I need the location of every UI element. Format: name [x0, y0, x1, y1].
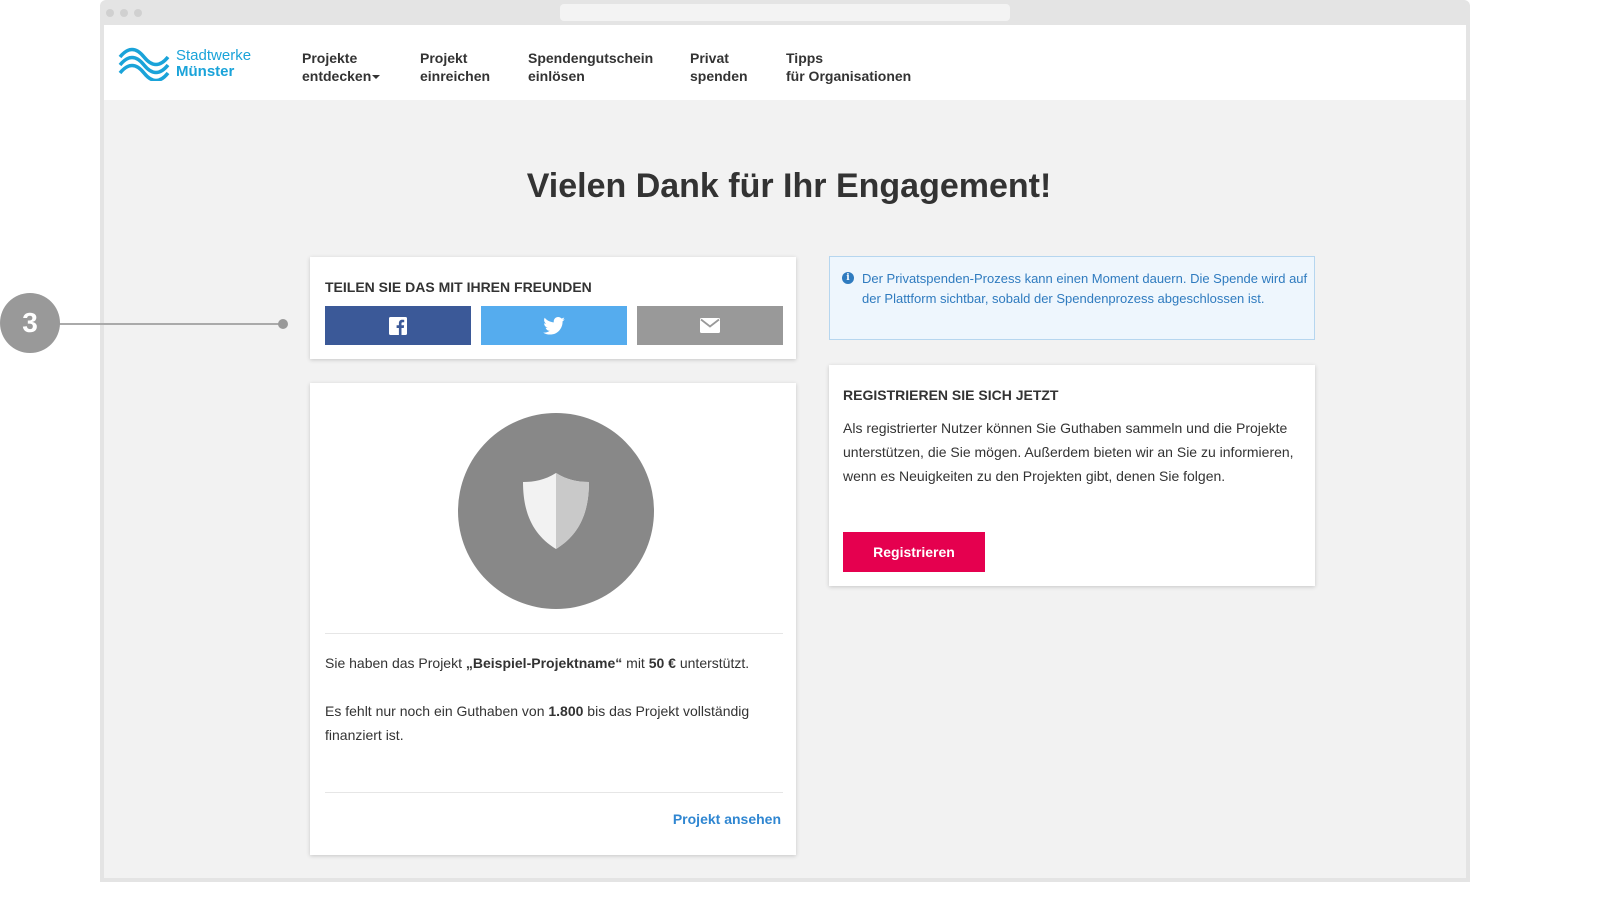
- register-button[interactable]: Registrieren: [843, 532, 985, 572]
- waves-logo-icon: [118, 47, 170, 81]
- callout-badge: 3: [0, 293, 60, 353]
- project-support-text: Sie haben das Projekt „Beispiel-Projektn…: [325, 651, 783, 675]
- share-facebook-button[interactable]: [325, 306, 471, 345]
- donation-amount: 50 €: [648, 655, 676, 671]
- card-divider-bottom: [325, 792, 783, 793]
- nav-label-line-2: einreichen: [420, 68, 491, 84]
- callout-line: [59, 323, 283, 325]
- info-icon: i: [842, 272, 854, 284]
- brand-line-2: Münster: [176, 63, 235, 80]
- info-text: Der Privatspenden-Prozess kann einen Mom…: [862, 271, 1308, 306]
- register-card: REGISTRIEREN SIE SICH JETZT Als registri…: [829, 365, 1315, 586]
- share-email-button[interactable]: [637, 306, 783, 345]
- browser-window: Stadtwerke Münster Projekte entdecken Pr…: [100, 0, 1470, 882]
- brand-logo[interactable]: Stadtwerke Münster: [118, 47, 251, 81]
- caret-down-icon: [372, 75, 381, 80]
- remaining-text-start: Es fehlt nur noch ein Guthaben von: [325, 703, 549, 719]
- nav-projekt-einreichen[interactable]: Projekt einreichen: [420, 49, 490, 85]
- page-viewport: Stadtwerke Münster Projekte entdecken Pr…: [104, 25, 1466, 878]
- project-image: [458, 413, 654, 609]
- share-card: TEILEN SIE DAS MIT IHREN FREUNDEN: [310, 257, 796, 359]
- share-twitter-button[interactable]: [481, 306, 627, 345]
- nav-privat-spenden[interactable]: Privat spenden: [690, 49, 748, 85]
- nav-label-line-2: einlösen: [528, 68, 585, 84]
- brand-line-1: Stadtwerke: [176, 47, 252, 64]
- register-text: Als registrierter Nutzer können Sie Guth…: [843, 420, 1294, 484]
- info-alert: i Der Privatspenden-Prozess kann einen M…: [829, 256, 1315, 340]
- window-dot-minimize[interactable]: [120, 9, 128, 17]
- card-divider-top: [325, 633, 783, 634]
- remaining-amount: 1.800: [548, 703, 584, 719]
- nav-label-line-2: für Organisationen: [786, 68, 912, 84]
- nav-tipps-organisationen[interactable]: Tipps für Organisationen: [786, 49, 911, 85]
- support-text-mid: mit: [622, 655, 649, 671]
- nav-spendengutschein-einloesen[interactable]: Spendengutschein einlösen: [528, 49, 653, 85]
- nav-label-line-2: entdecken: [302, 68, 372, 84]
- support-text-start: Sie haben das Projekt: [325, 655, 466, 671]
- share-title: TEILEN SIE DAS MIT IHREN FREUNDEN: [325, 279, 592, 295]
- project-name: „Beispiel-Projektname“: [465, 655, 623, 671]
- nav-label-line-1: Tipps: [786, 50, 824, 66]
- nav-label-line-1: Spendengutschein: [528, 50, 654, 66]
- envelope-icon: [700, 318, 720, 333]
- nav-label-line-2: spenden: [690, 68, 748, 84]
- page-title: Vielen Dank für Ihr Engagement!: [526, 167, 1052, 205]
- top-navigation: Stadtwerke Münster Projekte entdecken Pr…: [104, 25, 1466, 100]
- address-bar[interactable]: [560, 4, 1010, 21]
- nav-label-line-1: Projekte: [302, 50, 358, 66]
- nav-projekte-entdecken[interactable]: Projekte entdecken: [302, 49, 381, 85]
- facebook-icon: [389, 316, 407, 335]
- twitter-icon: [543, 316, 565, 335]
- shield-icon: [523, 473, 589, 549]
- brand-name: Stadtwerke Münster: [176, 48, 251, 80]
- nav-label-line-1: Privat: [690, 50, 729, 66]
- window-dot-maximize[interactable]: [134, 9, 142, 17]
- nav-label-line-1: Projekt: [420, 50, 468, 66]
- support-text-end: unterstützt.: [675, 655, 750, 671]
- window-controls: [106, 9, 142, 17]
- window-dot-close[interactable]: [106, 9, 114, 17]
- project-card: Sie haben das Projekt „Beispiel-Projektn…: [310, 383, 796, 855]
- register-title: REGISTRIEREN SIE SICH JETZT: [843, 387, 1059, 403]
- callout-dot: [278, 319, 288, 329]
- project-remaining-text: Es fehlt nur noch ein Guthaben von 1.800…: [325, 699, 783, 747]
- view-project-link[interactable]: Projekt ansehen: [673, 811, 781, 827]
